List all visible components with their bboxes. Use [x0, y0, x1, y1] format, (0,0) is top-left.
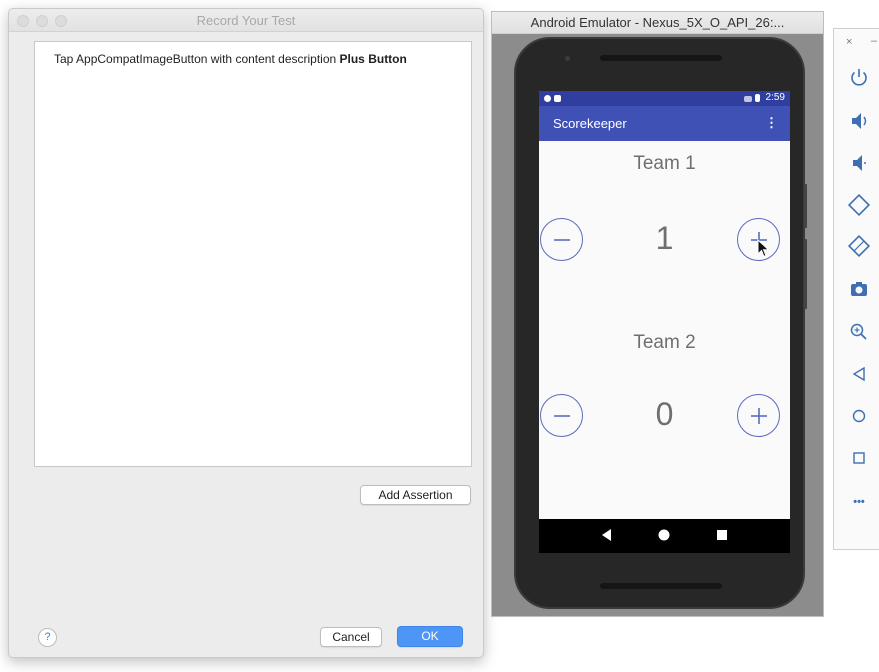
team1-label: Team 1: [633, 153, 696, 174]
emulator-toolbar: × – •••: [833, 28, 879, 550]
sd-card-icon: [554, 95, 561, 102]
app-title: Scorekeeper: [553, 116, 627, 131]
overflow-menu-icon[interactable]: ⋮: [765, 115, 778, 131]
power-key: [804, 184, 807, 228]
power-icon[interactable]: [846, 64, 872, 90]
signal-icon: [744, 96, 752, 102]
overview-icon[interactable]: [846, 445, 872, 471]
zoom-icon[interactable]: [846, 319, 872, 345]
nav-overview-icon[interactable]: [715, 528, 729, 542]
event-target: Plus Button: [339, 52, 407, 66]
cancel-button[interactable]: Cancel: [320, 627, 382, 647]
mouse-cursor-icon: [757, 239, 770, 258]
event-text: Tap AppCompatImageButton with content de…: [54, 52, 340, 66]
dialog-titlebar: Record Your Test: [9, 9, 483, 32]
rotate-right-icon[interactable]: [846, 233, 872, 259]
notification-icon: [544, 95, 551, 102]
close-emulator-button[interactable]: ×: [846, 36, 852, 48]
minimize-emulator-button[interactable]: –: [871, 35, 877, 47]
emulator-title: Android Emulator - Nexus_5X_O_API_26:...: [492, 12, 823, 34]
recorded-events-list[interactable]: Tap AppCompatImageButton with content de…: [34, 41, 472, 467]
more-icon[interactable]: •••: [846, 489, 872, 515]
recorded-event-item[interactable]: Tap AppCompatImageButton with content de…: [54, 52, 407, 66]
ok-button[interactable]: OK: [397, 626, 463, 647]
battery-icon: [755, 94, 760, 102]
nav-back-icon[interactable]: [600, 528, 614, 542]
back-icon[interactable]: [846, 361, 872, 387]
team2-label: Team 2: [633, 332, 696, 353]
earpiece-speaker: [600, 55, 722, 61]
record-test-dialog: Record Your Test Tap AppCompatImageButto…: [8, 8, 484, 658]
dialog-title: Record Your Test: [196, 13, 296, 28]
help-button[interactable]: ?: [38, 628, 57, 647]
camera-icon[interactable]: [846, 276, 872, 302]
team2-plus-button[interactable]: [737, 394, 780, 437]
nav-home-icon[interactable]: [657, 528, 671, 542]
bottom-speaker: [600, 583, 722, 589]
volume-key: [804, 239, 807, 309]
navigation-bar: [539, 519, 790, 553]
volume-down-icon[interactable]: [846, 150, 872, 176]
volume-up-icon[interactable]: [846, 108, 872, 134]
status-time: 2:59: [765, 92, 785, 103]
emulator-window: Android Emulator - Nexus_5X_O_API_26:...…: [491, 11, 824, 617]
front-camera: [565, 56, 570, 61]
home-icon[interactable]: [846, 403, 872, 429]
device-screen[interactable]: 2:59 Scorekeeper ⋮ Team 1 1 Team 2 0: [539, 91, 790, 553]
device-frame: 2:59 Scorekeeper ⋮ Team 1 1 Team 2 0: [514, 37, 807, 609]
rotate-left-icon[interactable]: [846, 192, 872, 218]
plus-icon: [751, 408, 767, 424]
status-bar: 2:59: [539, 91, 790, 106]
app-bar: Scorekeeper ⋮: [539, 106, 790, 141]
add-assertion-button[interactable]: Add Assertion: [360, 485, 471, 505]
